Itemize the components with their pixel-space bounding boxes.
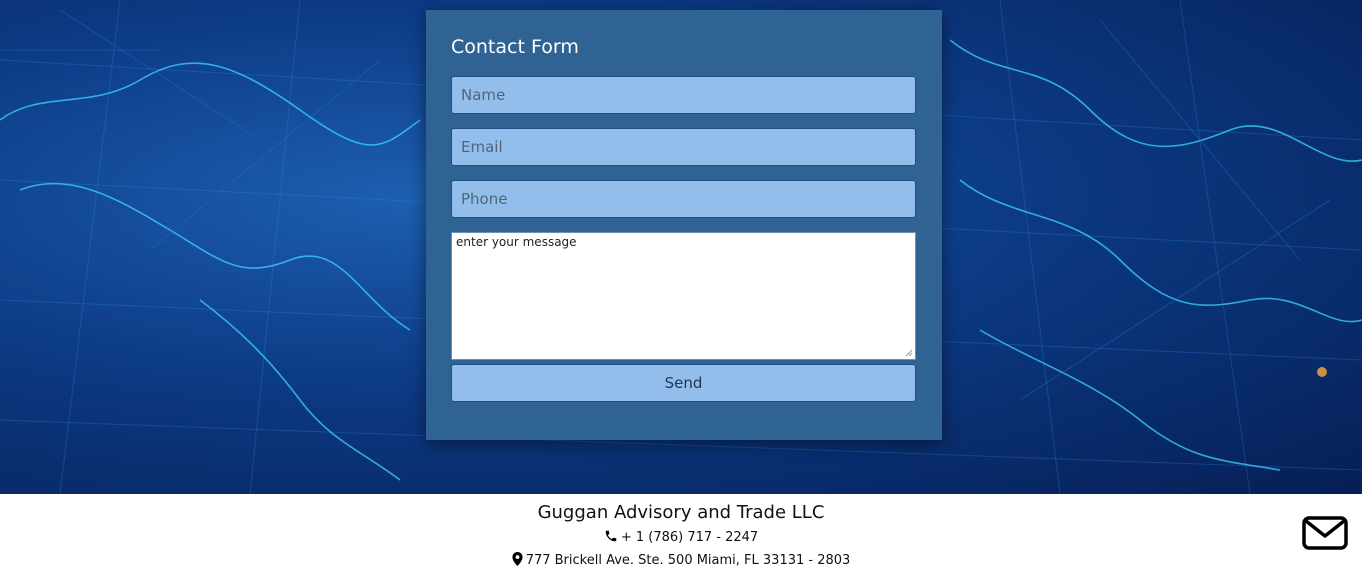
message-textarea[interactable]: enter your message [451,232,916,360]
phone-number: + 1 (786) 717 - 2247 [620,530,759,545]
contact-form: Contact Form Name Email Phone enter your… [426,10,942,440]
message-placeholder: enter your message [456,235,577,249]
name-input[interactable]: Name [451,76,916,114]
email-input[interactable]: Email [451,128,916,166]
footer: Guggan Advisory and Trade LLC + 1 (786) … [0,494,1362,574]
phone-icon [605,530,617,542]
map-marker-icon [512,552,523,566]
phone-line: + 1 (786) 717 - 2247 [0,529,1362,545]
address-line: 777 Brickell Ave. Ste. 500 Miami, FL 331… [0,552,1362,568]
envelope-icon[interactable] [1302,516,1348,550]
resize-grip-icon[interactable] [905,349,913,357]
send-button[interactable]: Send [451,364,916,402]
address-text: 777 Brickell Ave. Ste. 500 Miami, FL 331… [525,553,851,568]
form-title: Contact Form [451,36,579,58]
company-name: Guggan Advisory and Trade LLC [537,502,825,523]
phone-input[interactable]: Phone [451,180,916,218]
